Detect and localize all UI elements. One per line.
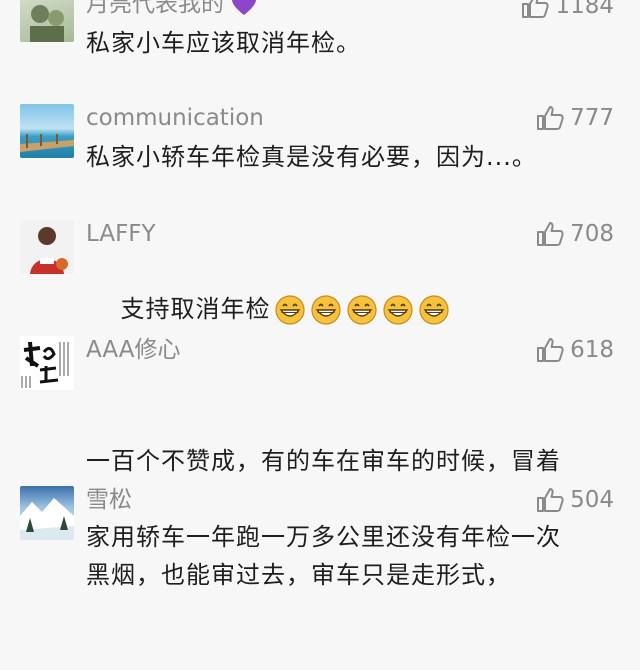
like-button[interactable]: 618	[536, 336, 614, 364]
avatar[interactable]	[20, 220, 74, 274]
comment-text-line: 一百个不赞成，有的车在审车的时候，冒着	[86, 447, 561, 475]
thumbs-up-icon	[537, 106, 564, 130]
username[interactable]: 雪松	[86, 486, 132, 514]
avatar[interactable]	[20, 336, 74, 390]
thumbs-up-icon	[522, 0, 550, 18]
comment-text-line: 黑烟，也能审过去，审车只是走形式，	[86, 561, 511, 589]
grinning-face-icon	[310, 295, 341, 325]
comment-text-body: 支持取消年检	[120, 295, 271, 323]
like-count: 1184	[555, 0, 614, 19]
username[interactable]: 月亮代表我的	[86, 0, 257, 18]
comment-text: 私家小轿车年检真是没有必要，因为...。	[86, 143, 537, 171]
avatar[interactable]	[20, 104, 74, 158]
thumbs-up-icon	[537, 488, 564, 512]
grinning-face-icon	[382, 295, 413, 325]
avatar[interactable]	[20, 0, 74, 42]
purple-heart-icon	[232, 0, 257, 15]
like-count: 708	[570, 221, 614, 247]
like-count: 777	[570, 105, 614, 131]
avatar[interactable]	[20, 486, 74, 540]
username[interactable]: AAA修心	[86, 336, 180, 364]
like-count: 504	[570, 487, 614, 513]
grinning-face-icon	[274, 295, 305, 325]
grinning-face-icon	[346, 295, 377, 325]
comment-text: 家用轿车一年跑一万多公里还没有年检一次	[86, 523, 561, 551]
username[interactable]: LAFFY	[86, 220, 156, 248]
grinning-face-icon	[418, 295, 449, 325]
thumbs-up-icon	[537, 222, 564, 246]
like-button[interactable]: 777	[536, 104, 614, 132]
username[interactable]: communication	[86, 104, 264, 132]
comment-text: 私家小车应该取消年检。	[86, 29, 361, 57]
like-button[interactable]: 708	[536, 220, 614, 248]
like-count: 618	[570, 337, 614, 363]
like-button[interactable]: 1184	[521, 0, 614, 20]
emoji-row	[274, 295, 449, 325]
thumbs-up-icon	[537, 338, 564, 362]
like-button[interactable]: 504	[536, 486, 614, 514]
